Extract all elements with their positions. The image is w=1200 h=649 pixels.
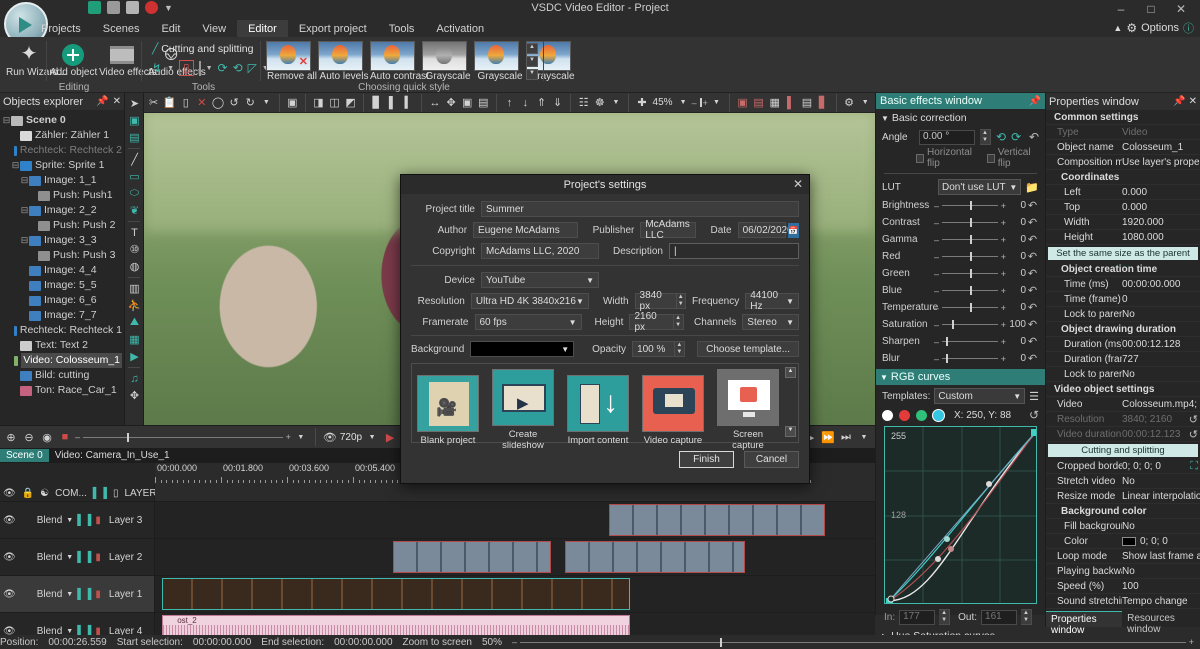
- template-scroll-down-button[interactable]: ▼: [785, 426, 796, 437]
- choose-template-button[interactable]: Choose template...: [697, 341, 799, 357]
- publisher-label: Publisher: [584, 225, 635, 236]
- width-spinner[interactable]: ▲▼: [677, 293, 686, 309]
- cancel-button[interactable]: Cancel: [744, 451, 799, 468]
- framerate-select[interactable]: 60 fps ▼: [475, 314, 582, 330]
- height-label: Height: [588, 317, 624, 328]
- template-label: Blank project: [417, 435, 479, 446]
- opacity-spinner[interactable]: ▲▼: [675, 341, 686, 357]
- chevron-down-icon: ▼: [569, 318, 577, 327]
- device-select[interactable]: YouTube ▼: [481, 272, 599, 288]
- width-input[interactable]: 3840 px: [635, 293, 677, 309]
- date-label: Date: [702, 225, 732, 236]
- background-label: Background: [411, 344, 464, 355]
- date-input[interactable]: 06/02/2020: [738, 222, 786, 238]
- channels-label: Channels: [690, 317, 737, 328]
- channels-value: Stereo: [747, 317, 776, 328]
- chevron-down-icon: ▼: [561, 345, 569, 354]
- slideshow-icon: ▶: [492, 369, 554, 426]
- import-icon: ↓: [567, 375, 629, 432]
- framerate-value: 60 fps: [480, 317, 507, 328]
- project-title-label: Project title: [411, 204, 475, 215]
- calendar-icon[interactable]: 📅: [788, 223, 799, 238]
- project-settings-dialog: Project's settings ✕ Project title Summe…: [400, 174, 810, 484]
- finish-button[interactable]: Finish: [679, 451, 734, 468]
- template-item[interactable]: ↓ Import content: [567, 375, 629, 446]
- height-spinner[interactable]: ▲▼: [674, 314, 684, 330]
- vsdc-video-editor-window: VSDC Video Editor - Project – □ ✕ ▼ ▲ ⚙ …: [0, 0, 1200, 649]
- chevron-down-icon: ▼: [786, 297, 794, 306]
- copyright-input[interactable]: McAdams LLC, 2020: [481, 243, 599, 259]
- publisher-input[interactable]: McAdams LLC: [640, 222, 696, 238]
- dialog-header: Project's settings ✕: [401, 175, 809, 194]
- project-title-input[interactable]: Summer: [481, 201, 799, 217]
- frequency-select[interactable]: 44100 Hz▼: [745, 293, 799, 309]
- frequency-label: Frequency: [692, 296, 739, 307]
- channels-select[interactable]: Stereo ▼: [742, 314, 799, 330]
- template-label: Create slideshow: [492, 429, 554, 451]
- template-scroll-up-button[interactable]: ▲: [785, 367, 796, 378]
- chevron-down-icon: ▼: [586, 276, 594, 285]
- template-item[interactable]: 🎥 Blank project: [417, 375, 479, 446]
- template-label: Screen capture: [717, 429, 779, 451]
- template-label: Video capture: [642, 435, 704, 446]
- height-input[interactable]: 2160 px: [629, 314, 673, 330]
- videocam-icon: [642, 375, 704, 432]
- camera-icon: 🎥: [417, 375, 479, 432]
- description-label: Description: [605, 246, 663, 257]
- frequency-value: 44100 Hz: [750, 290, 786, 312]
- background-color-select[interactable]: ▼: [470, 341, 574, 357]
- template-item[interactable]: ▶ Create slideshow: [492, 369, 554, 451]
- device-label: Device: [411, 275, 475, 286]
- resolution-value: Ultra HD 4K 3840x2160 pixels (16: [476, 296, 576, 307]
- author-label: Author: [411, 225, 467, 236]
- template-list: 🎥 Blank project ▶ Create slideshow ↓ Import c…: [417, 369, 793, 451]
- opacity-input[interactable]: 100 %: [632, 341, 675, 357]
- close-icon[interactable]: ✕: [793, 177, 803, 191]
- width-label: Width: [595, 296, 629, 307]
- resolution-select[interactable]: Ultra HD 4K 3840x2160 pixels (16▼: [471, 293, 589, 309]
- framerate-label: Framerate: [411, 317, 469, 328]
- chevron-down-icon: ▼: [576, 297, 584, 306]
- resolution-label: Resolution: [411, 296, 465, 307]
- chevron-down-icon: ▼: [786, 318, 794, 327]
- modal-overlay: Project's settings ✕ Project title Summe…: [0, 0, 1200, 649]
- device-value: YouTube: [486, 275, 525, 286]
- opacity-label: Opacity: [580, 344, 626, 355]
- dialog-title: Project's settings: [564, 179, 647, 191]
- description-input[interactable]: |: [669, 243, 799, 259]
- copyright-label: Copyright: [411, 246, 475, 257]
- author-input[interactable]: Eugene McAdams: [473, 222, 578, 238]
- template-item[interactable]: Video capture: [642, 375, 704, 446]
- template-label: Import content: [567, 435, 629, 446]
- monitor-icon: [717, 369, 779, 426]
- template-item[interactable]: Screen capture: [717, 369, 779, 451]
